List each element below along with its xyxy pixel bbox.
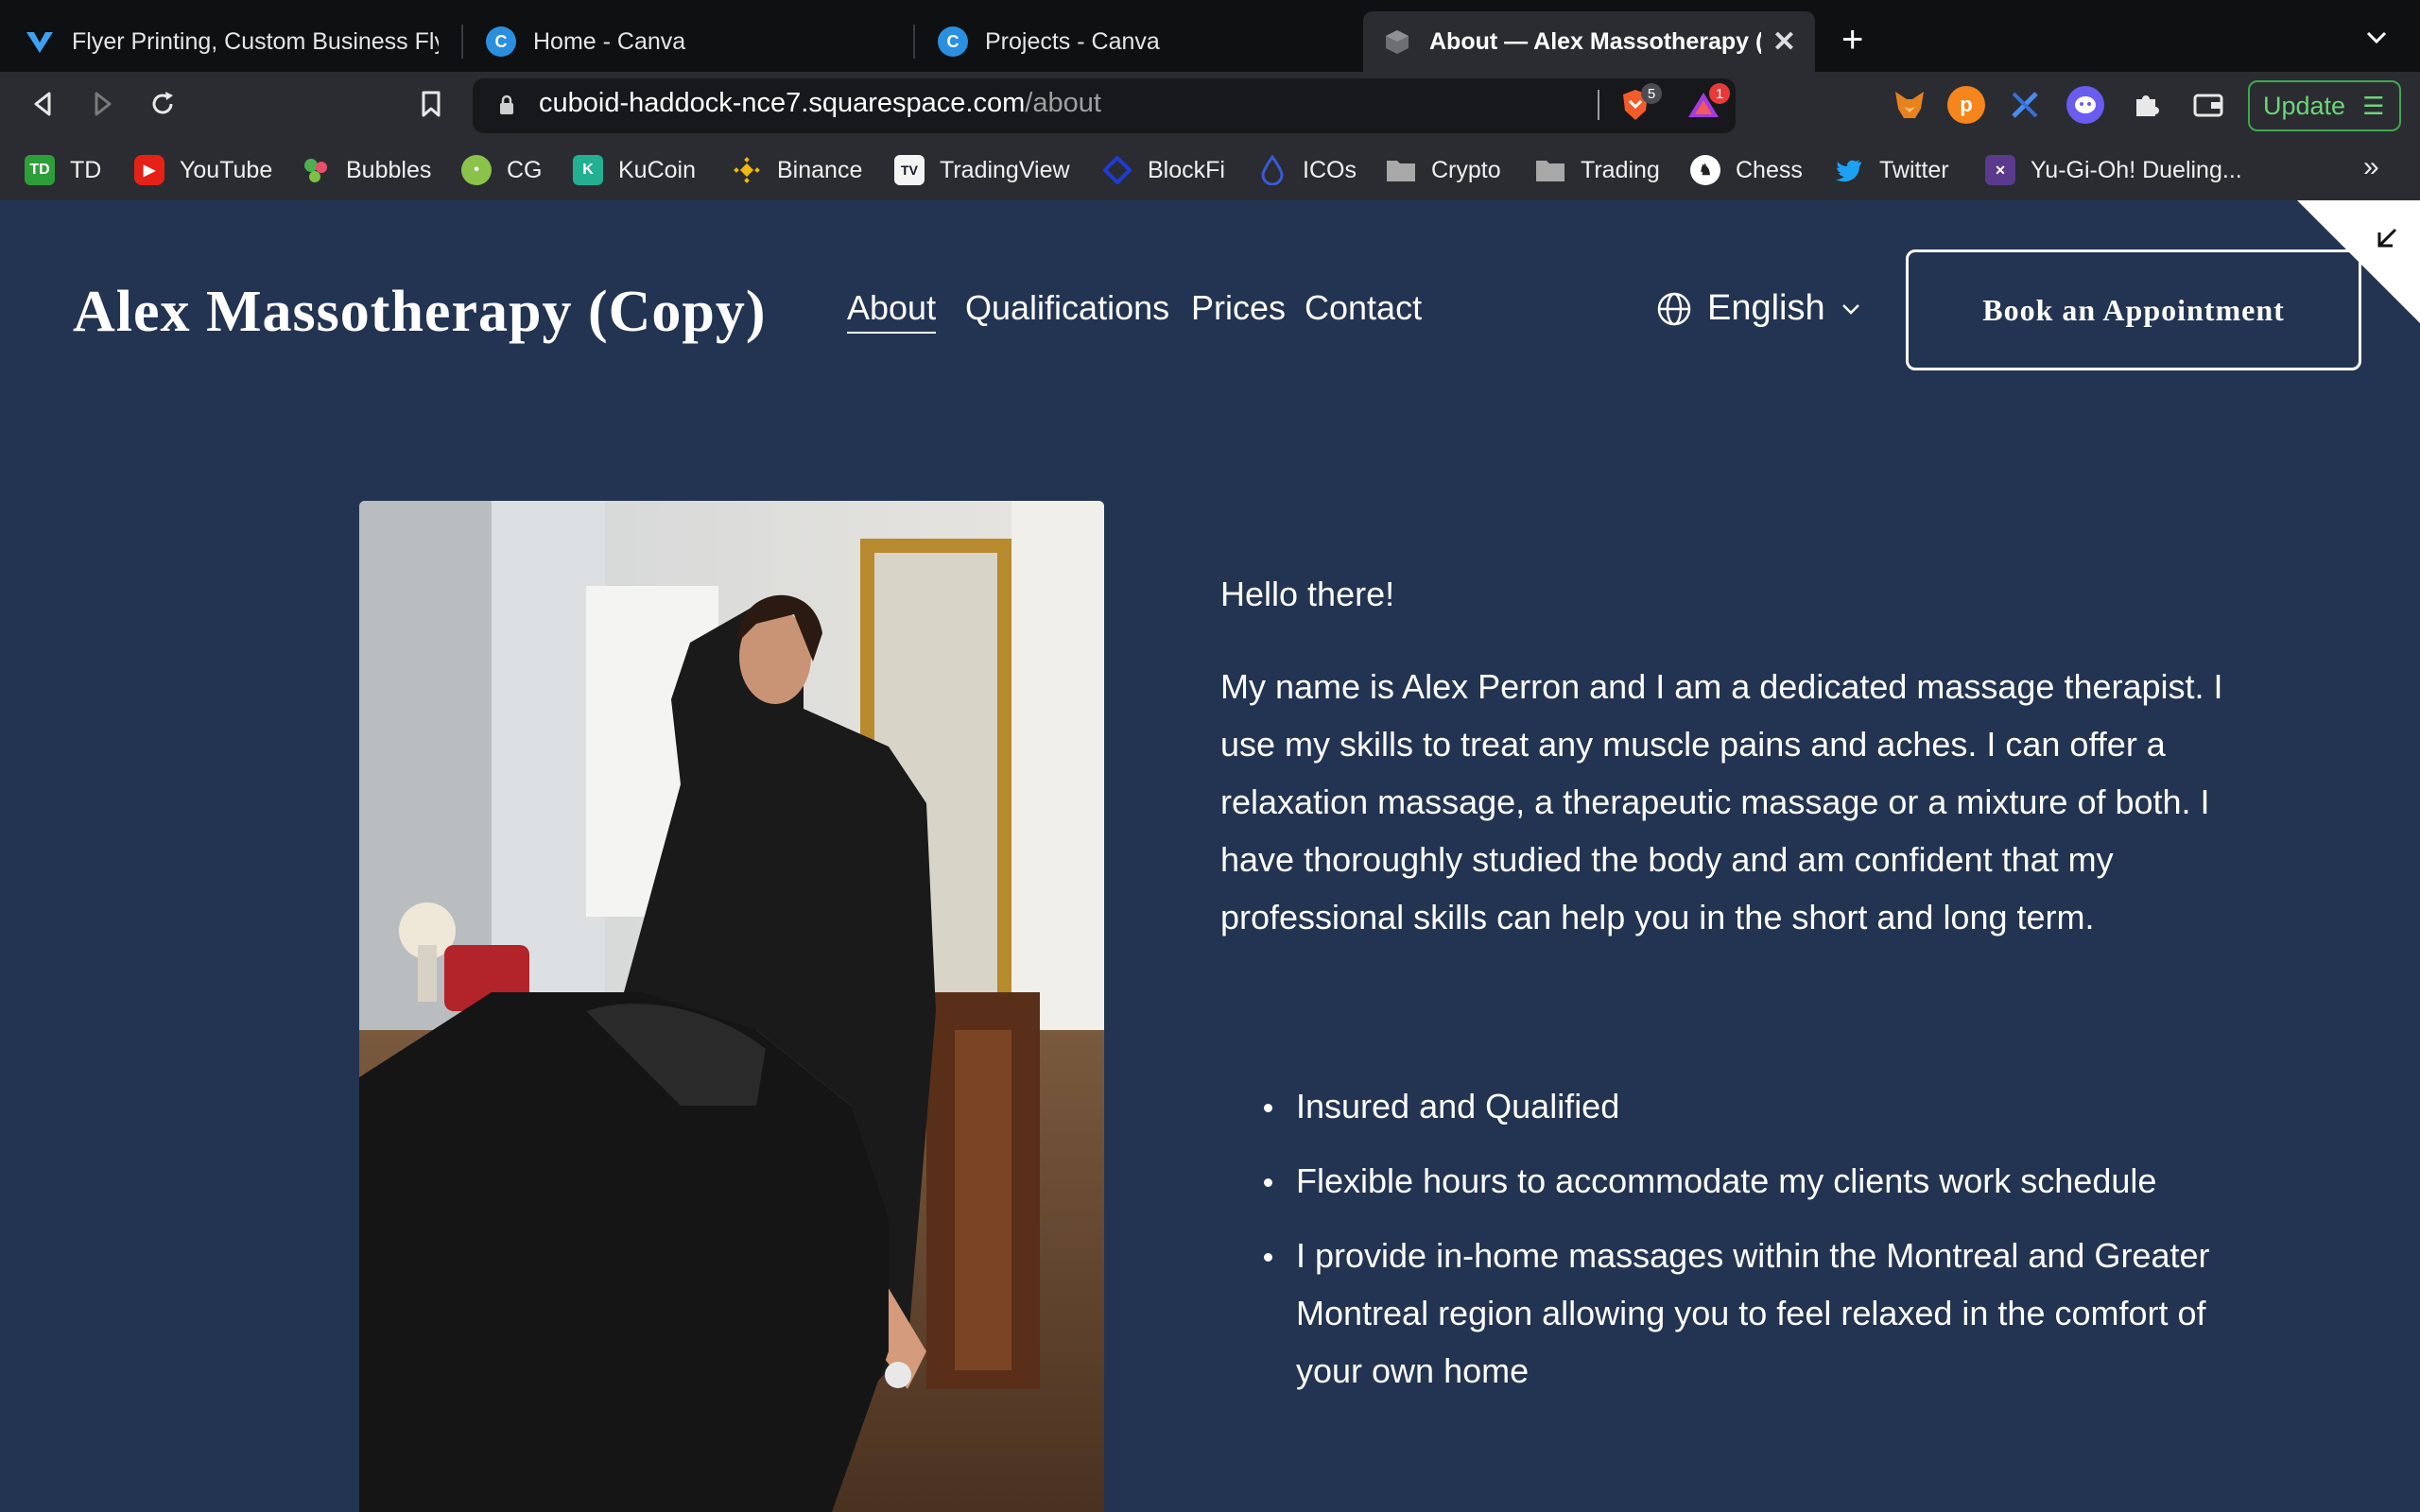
- bullet-dot: [1264, 1104, 1272, 1112]
- bookmark-chess[interactable]: ♞ Chess: [1690, 153, 1803, 187]
- update-button[interactable]: Update ☰: [2248, 80, 2401, 131]
- bookmark-td[interactable]: TD TD: [25, 153, 101, 187]
- language-selector[interactable]: English: [1656, 288, 1861, 329]
- greeting-text: Hello there!: [1220, 575, 1395, 613]
- qualifications-list: Insured and Qualified Flexible hours to …: [1220, 1077, 2260, 1417]
- ethereum-points-icon[interactable]: p: [1947, 86, 1985, 124]
- therapist-photo: [359, 501, 1104, 1512]
- tab-divider: [461, 25, 463, 59]
- ico-drop-icon: [1257, 155, 1288, 185]
- tab-search-chevron-icon[interactable]: [2365, 23, 2388, 52]
- youtube-icon: ▶: [134, 155, 164, 185]
- bookmark-kucoin[interactable]: K KuCoin: [573, 153, 696, 187]
- bookmark-bubbles[interactable]: Bubbles: [301, 153, 431, 187]
- bookmark-youtube[interactable]: ▶ YouTube: [134, 153, 272, 187]
- folder-icon: [1535, 155, 1565, 185]
- twitter-icon: [1834, 155, 1864, 185]
- rewards-count-badge: 1: [1709, 83, 1730, 104]
- tab-projects-canva[interactable]: C Projects - Canva: [919, 11, 1363, 72]
- td-icon: TD: [25, 155, 55, 185]
- wallet-icon[interactable]: [2189, 86, 2227, 124]
- chess-icon: ♞: [1690, 155, 1720, 185]
- extensions-puzzle-icon[interactable]: [2127, 86, 2165, 124]
- yugioh-icon: ✕: [1985, 155, 2015, 185]
- new-tab-button[interactable]: +: [1841, 19, 1863, 61]
- bubbles-icon: [301, 155, 331, 185]
- blockfi-icon: [1102, 155, 1132, 185]
- bookmark-tradingview[interactable]: TV TradingView: [894, 153, 1070, 187]
- book-appointment-button[interactable]: Book an Appointment: [1906, 249, 2361, 370]
- globe-icon: [1657, 292, 1691, 325]
- list-item: Flexible hours to accommodate my clients…: [1220, 1152, 2260, 1210]
- address-bar-divider: [1598, 90, 1599, 120]
- tab-flyer-printing[interactable]: Flyer Printing, Custom Business Flye: [6, 11, 458, 72]
- bookmarks-overflow-icon[interactable]: »: [2363, 151, 2379, 183]
- tab-home-canva[interactable]: C Home - Canva: [467, 11, 911, 72]
- canva-icon: C: [938, 26, 968, 57]
- tradingview-icon: TV: [894, 155, 925, 185]
- bookmark-yugioh[interactable]: ✕ Yu-Gi-Oh! Dueling...: [1985, 153, 2242, 187]
- nav-prices[interactable]: Prices: [1191, 288, 1286, 328]
- site-logo[interactable]: Alex Massotherapy (Copy): [73, 279, 767, 346]
- nav-about[interactable]: About: [847, 288, 937, 334]
- bookmark-icos[interactable]: ICOs: [1257, 153, 1357, 187]
- coingecko-icon: •: [461, 155, 492, 185]
- reload-icon[interactable]: [142, 83, 183, 125]
- canva-icon: C: [486, 26, 516, 57]
- list-item: Insured and Qualified: [1220, 1077, 2260, 1135]
- forward-icon[interactable]: [81, 83, 123, 125]
- back-icon[interactable]: [23, 83, 64, 125]
- exit-edit-corner-icon[interactable]: [2297, 200, 2420, 323]
- nav-qualifications[interactable]: Qualifications: [965, 288, 1169, 328]
- intro-paragraph: My name is Alex Perron and I am a dedica…: [1220, 667, 2223, 936]
- tab-about-alex-massotherapy[interactable]: About — Alex Massotherapy (Co ✕: [1363, 11, 1815, 72]
- folder-icon: [1386, 155, 1416, 185]
- binance-icon: [732, 155, 762, 185]
- nav-contact[interactable]: Contact: [1305, 288, 1422, 328]
- ghost-wallet-icon[interactable]: [2066, 86, 2104, 124]
- menu-icon: ☰: [2362, 91, 2385, 120]
- shields-count-badge: 5: [1641, 83, 1662, 104]
- bookmark-folder-crypto[interactable]: Crypto: [1386, 153, 1501, 187]
- bookmark-icon[interactable]: [410, 83, 452, 125]
- vistaprint-icon: [25, 26, 55, 57]
- bullet-dot: [1264, 1253, 1272, 1262]
- lock-icon: [499, 94, 514, 115]
- bookmark-binance[interactable]: Binance: [732, 153, 862, 187]
- bookmark-cg[interactable]: • CG: [461, 153, 543, 187]
- tab-divider: [913, 25, 915, 59]
- browser-chrome: Flyer Printing, Custom Business Flye C H…: [0, 0, 2420, 200]
- bullet-dot: [1264, 1178, 1272, 1187]
- bookmark-folder-trading[interactable]: Trading: [1535, 153, 1660, 187]
- list-item: I provide in-home massages within the Mo…: [1220, 1227, 2260, 1400]
- bookmark-blockfi[interactable]: BlockFi: [1102, 153, 1225, 187]
- url-text[interactable]: cuboid-haddock-nce7.squarespace.com/abou…: [539, 88, 1101, 119]
- close-tab-icon[interactable]: ✕: [1772, 26, 1796, 59]
- crossed-tools-icon[interactable]: [2006, 86, 2044, 124]
- chevron-down-icon: [1841, 303, 1859, 315]
- bookmark-twitter[interactable]: Twitter: [1834, 153, 1949, 187]
- squarespace-cube-icon: [1382, 26, 1412, 57]
- metamask-fox-icon[interactable]: [1891, 86, 1928, 124]
- kucoin-icon: K: [573, 155, 603, 185]
